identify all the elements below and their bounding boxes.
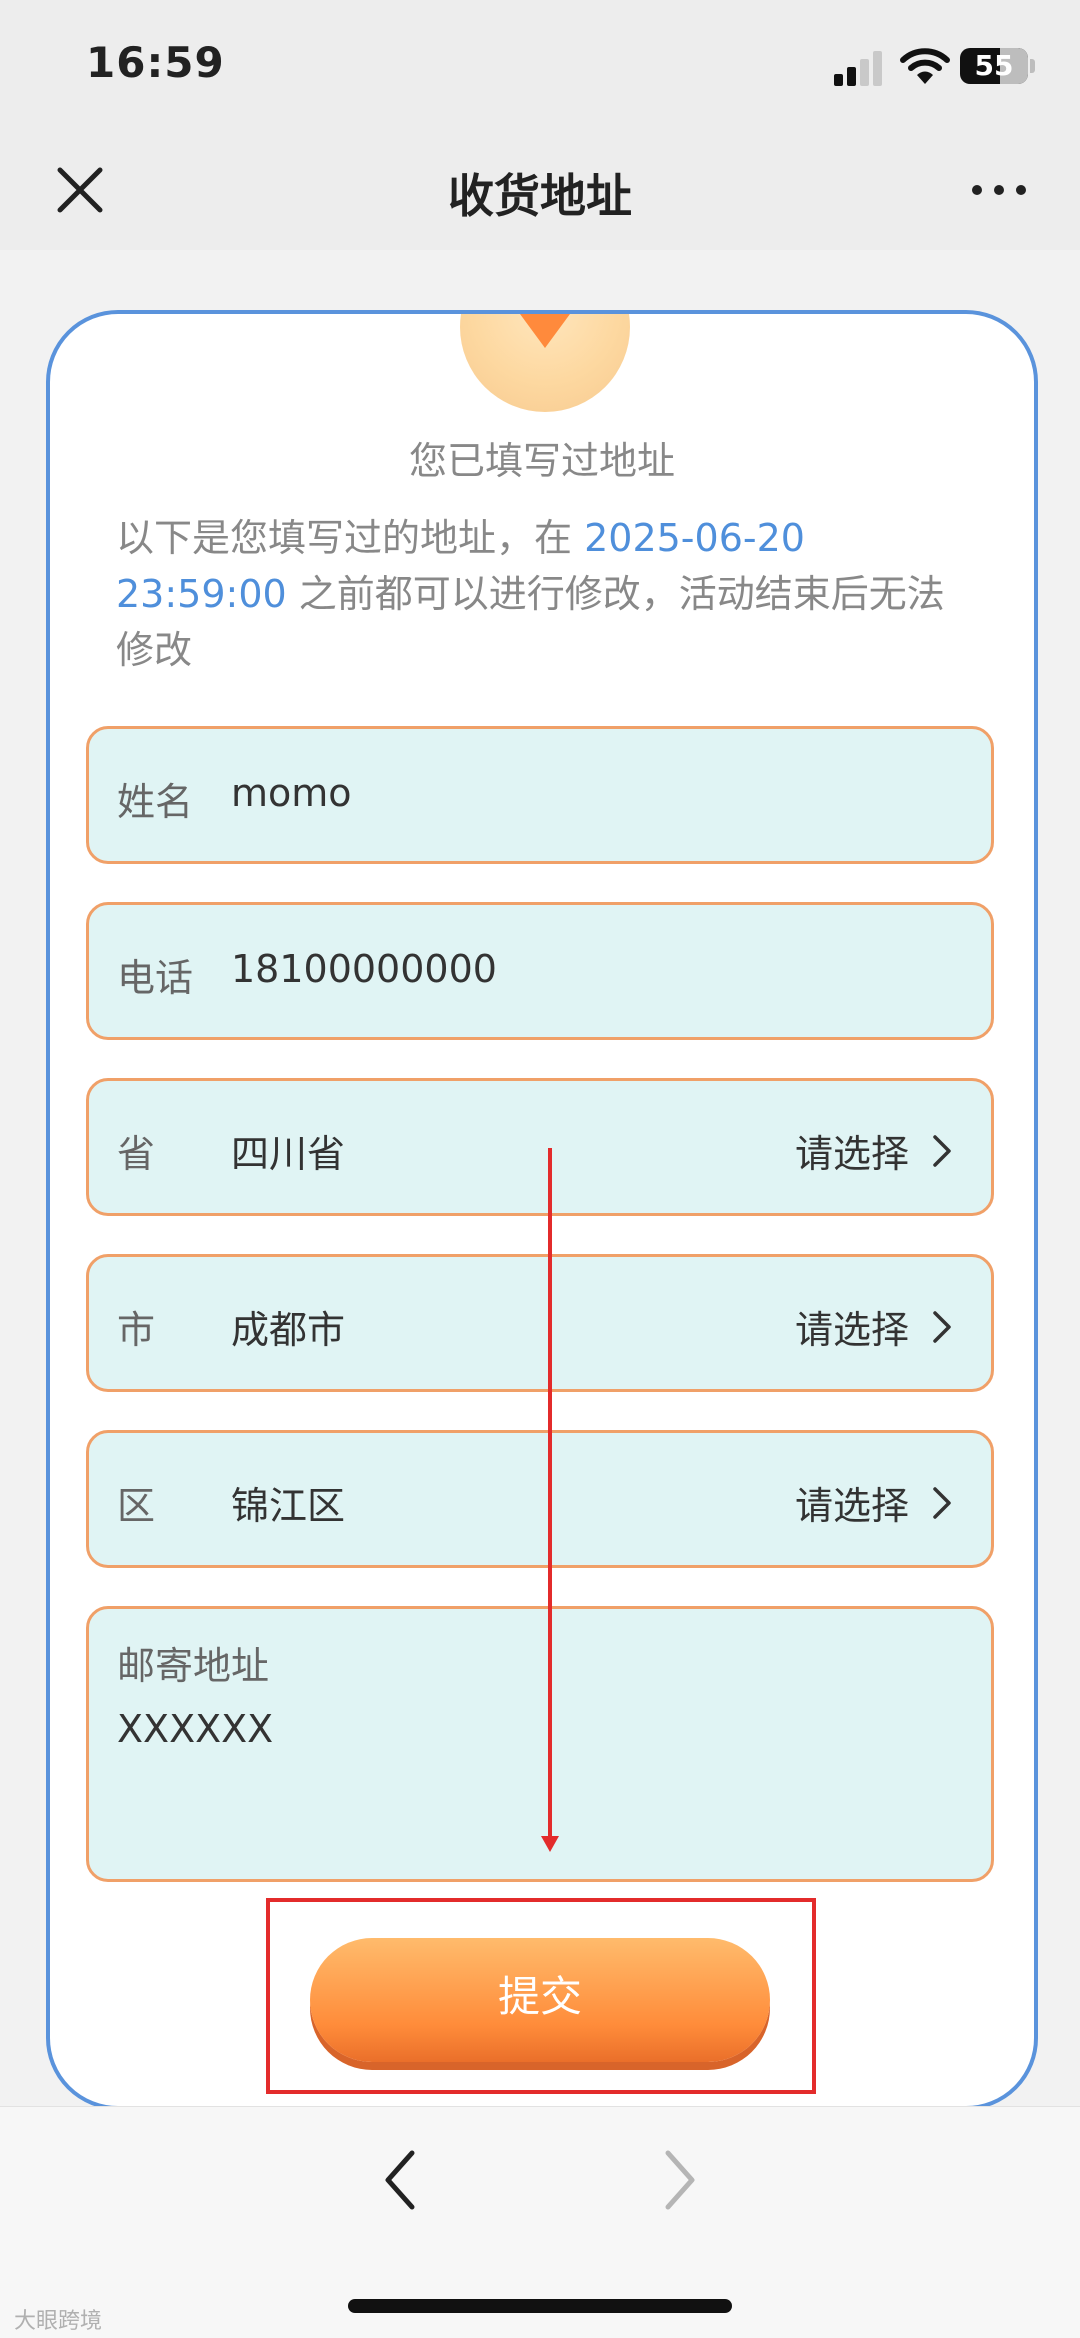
- back-arrow-icon[interactable]: [380, 2145, 420, 2215]
- name-field[interactable]: 姓名 momo: [86, 726, 994, 864]
- chevron-right-icon[interactable]: [927, 1131, 955, 1171]
- name-label: 姓名: [117, 780, 194, 824]
- chevron-right-icon[interactable]: [927, 1307, 955, 1347]
- home-indicator[interactable]: [348, 2299, 732, 2313]
- more-options-icon[interactable]: [970, 180, 1030, 200]
- province-value: 四川省: [231, 1132, 346, 1176]
- page-title: 收货地址: [448, 169, 632, 223]
- address-value[interactable]: XXXXXX: [117, 1707, 273, 1751]
- phone-value[interactable]: 18100000000: [231, 947, 497, 991]
- province-choose[interactable]: 请选择: [795, 1123, 909, 1178]
- phone-field[interactable]: 电话 18100000000: [86, 902, 994, 1040]
- battery-level: 55: [974, 49, 1014, 82]
- watermark: 大眼跨境: [14, 2309, 103, 2334]
- name-value[interactable]: momo: [231, 771, 352, 815]
- notice-text-before: 以下是您填写过的地址，在: [116, 516, 585, 560]
- nav-bar: 收货地址: [0, 130, 1080, 250]
- filled-headline: 您已填写过地址: [408, 439, 675, 483]
- forward-arrow-icon[interactable]: [660, 2145, 700, 2215]
- annotation-arrowhead: [541, 1836, 559, 1852]
- province-select[interactable]: 省 四川省 请选择: [86, 1078, 994, 1216]
- bottom-bar: 大眼跨境: [0, 2106, 1080, 2338]
- district-value: 锦江区: [231, 1484, 346, 1528]
- district-choose[interactable]: 请选择: [795, 1475, 909, 1530]
- annotation-arrow: [548, 1148, 552, 1838]
- city-select[interactable]: 市 成都市 请选择: [86, 1254, 994, 1392]
- battery-icon: 55: [960, 48, 1028, 84]
- wifi-icon: [900, 48, 950, 84]
- heart-icon: [520, 314, 570, 348]
- status-bar: 16:59 55: [0, 0, 1080, 130]
- signal-icon: [834, 50, 884, 86]
- phone-label: 电话: [117, 956, 194, 1000]
- status-time: 16:59: [86, 38, 225, 87]
- city-choose[interactable]: 请选择: [795, 1299, 909, 1354]
- city-label: 市: [117, 1308, 156, 1352]
- city-value: 成都市: [231, 1308, 346, 1352]
- battery-tip: [1030, 59, 1035, 73]
- chevron-right-icon[interactable]: [927, 1483, 955, 1523]
- edit-notice: 以下是您填写过的地址，在 2025-06-20 23:59:00 之前都可以进行…: [116, 510, 978, 678]
- district-select[interactable]: 区 锦江区 请选择: [86, 1430, 994, 1568]
- province-label: 省: [117, 1132, 156, 1176]
- address-textarea[interactable]: 邮寄地址 XXXXXX: [86, 1606, 994, 1882]
- district-label: 区: [117, 1484, 156, 1528]
- submit-button[interactable]: 提交: [310, 1938, 770, 2062]
- address-label: 邮寄地址: [117, 1644, 270, 1688]
- badge-icon: [460, 314, 630, 412]
